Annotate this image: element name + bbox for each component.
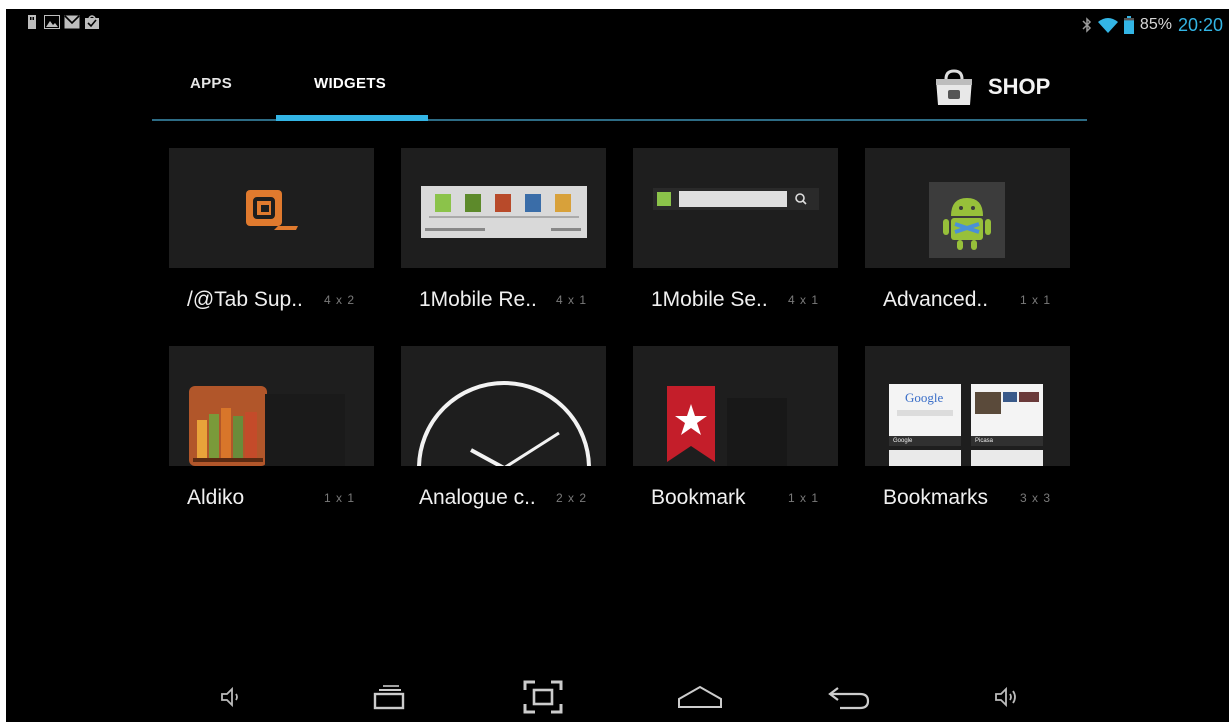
widget-size: 4 x 2 — [324, 293, 356, 307]
widget-name: Bookmark — [651, 486, 746, 509]
widget-preview: Google Google Picasa — [865, 346, 1070, 466]
home-icon — [678, 685, 722, 708]
bookmark-thumb-picasa — [971, 384, 1043, 436]
app-recommend-strip-icon — [421, 186, 587, 238]
volume-down-icon — [221, 686, 238, 708]
widget-item-bookmarks[interactable]: Google Google Picasa Bookmarks 3 x 3 — [865, 346, 1070, 526]
widget-preview — [401, 346, 606, 466]
shopping-bag-icon — [936, 69, 972, 105]
aldiko-shadow — [265, 394, 345, 466]
shop-button[interactable]: SHOP — [934, 67, 1050, 107]
gmail-icon — [64, 15, 80, 29]
widget-preview — [169, 346, 374, 466]
widget-name: 1Mobile Re.. — [419, 288, 537, 311]
status-bar: 85% 20:20 — [6, 9, 1229, 39]
screenshot-button[interactable] — [518, 677, 568, 717]
widget-item-tab-support[interactable]: /@Tab Sup.. 4 x 2 — [169, 148, 374, 328]
photo-preview — [1003, 392, 1017, 402]
usb-icon — [28, 15, 36, 29]
widget-size: 3 x 3 — [1020, 491, 1052, 505]
volume-up-icon — [995, 686, 1016, 708]
analogue-clock-icon — [417, 381, 591, 466]
tab-apps[interactable]: APPS — [190, 75, 232, 92]
volume-down-button[interactable] — [211, 677, 251, 717]
picasa-caption: Picasa — [971, 436, 1043, 446]
tab-selected-indicator — [276, 115, 428, 121]
widget-size: 4 x 1 — [788, 293, 820, 307]
launcher-screen: 85% 20:20 APPS WIDGETS SHOP /@Tab Sup.. — [6, 9, 1229, 722]
system-status-area: 85% 20:20 — [1082, 15, 1223, 35]
books-icon — [189, 386, 267, 466]
widget-preview — [633, 346, 838, 466]
widget-name: Advanced.. — [883, 288, 989, 311]
widget-item-aldiko[interactable]: Aldiko 1 x 1 — [169, 346, 374, 526]
google-logo-text: Google — [905, 390, 944, 405]
widget-item-advanced[interactable]: Advanced.. 1 x 1 — [865, 148, 1070, 328]
volume-up-button[interactable] — [986, 677, 1026, 717]
photo-preview — [975, 392, 1001, 414]
widget-size: 4 x 1 — [556, 293, 588, 307]
widget-item-analogue-clock[interactable]: Analogue c.. 2 x 2 — [401, 346, 606, 526]
widget-name: Bookmarks — [883, 486, 989, 509]
back-icon — [828, 687, 870, 710]
widget-item-1mobile-recommend[interactable]: 1Mobile Re.. 4 x 1 — [401, 148, 606, 328]
tab-widgets[interactable]: WIDGETS — [314, 75, 386, 92]
widget-name: /@Tab Sup.. — [187, 288, 303, 311]
market-update-icon — [85, 15, 99, 29]
wifi-icon — [1097, 18, 1118, 33]
widget-preview — [865, 148, 1070, 268]
widget-preview — [633, 148, 838, 268]
clock: 20:20 — [1177, 14, 1223, 35]
widget-name: Aldiko — [187, 486, 245, 509]
search-field-preview — [897, 410, 953, 416]
widget-size: 1 x 1 — [324, 491, 356, 505]
battery-percent: 85% — [1139, 16, 1172, 33]
widget-name: 1Mobile Se.. — [651, 288, 768, 311]
bookmark-thumb-4 — [971, 450, 1043, 466]
back-button[interactable] — [824, 677, 874, 717]
home-button[interactable] — [670, 677, 730, 717]
recent-apps-icon — [373, 685, 405, 710]
bookmark-thumb-3 — [889, 450, 961, 466]
widget-preview — [401, 148, 606, 268]
screenshot-icon — [523, 680, 563, 714]
tab-support-logo-icon — [246, 190, 298, 230]
shop-label: SHOP — [988, 74, 1051, 99]
widget-item-bookmark[interactable]: Bookmark 1 x 1 — [633, 346, 838, 526]
photo-preview — [1019, 392, 1039, 402]
android-robot-icon — [929, 182, 1005, 258]
widget-size: 2 x 2 — [556, 491, 588, 505]
battery-icon — [1123, 16, 1134, 34]
widget-size: 1 x 1 — [1020, 293, 1052, 307]
widget-item-1mobile-search[interactable]: 1Mobile Se.. 4 x 1 — [633, 148, 838, 328]
bookmark-thumb-google: Google — [889, 384, 961, 436]
bluetooth-icon — [1082, 17, 1091, 33]
widget-size: 1 x 1 — [788, 491, 820, 505]
google-caption: Google — [889, 436, 961, 446]
widget-preview — [169, 148, 374, 268]
bookmark-star-icon — [667, 386, 787, 466]
recent-apps-button[interactable] — [364, 677, 414, 717]
widget-name: Analogue c.. — [419, 486, 536, 509]
gallery-icon — [44, 15, 60, 29]
search-bar-preview-icon — [653, 188, 819, 210]
